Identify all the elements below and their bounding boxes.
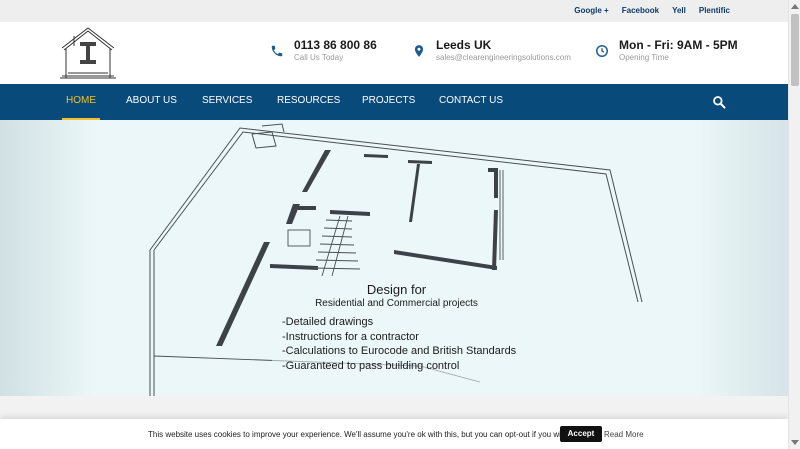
site-header: 0113 86 800 86 Call Us Today Leeds UK sa… <box>0 22 788 84</box>
hero-title: Design for <box>366 282 427 297</box>
social-link-plentific[interactable]: Plentific <box>699 6 730 15</box>
hero-bullet: -Guaranteed to pass building control <box>282 359 460 372</box>
company-logo[interactable] <box>60 26 116 80</box>
nav-item-projects[interactable]: PROJECTS <box>362 84 415 120</box>
phone-caption: Call Us Today <box>294 53 344 62</box>
phone-number[interactable]: 0113 86 800 86 <box>294 38 377 52</box>
hero-subtitle: Residential and Commercial projects <box>315 298 478 309</box>
nav-item-contact-us[interactable]: CONTACT US <box>439 84 503 120</box>
clock-icon <box>596 45 608 57</box>
opening-caption: Opening Time <box>619 53 669 62</box>
nav-item-about-us[interactable]: ABOUT US <box>126 84 177 120</box>
opening-hours: Mon - Fri: 9AM - 5PM <box>619 38 738 52</box>
hero-bullet-list: -Detailed drawings -Instructions for a c… <box>282 315 516 373</box>
location-info: Leeds UK sales@clearengineeringsolutions… <box>412 38 571 64</box>
scroll-up-arrow-icon[interactable] <box>791 4 799 9</box>
read-more-link[interactable]: Read More <box>604 430 644 439</box>
phone-icon <box>271 45 283 57</box>
page-scrollbar[interactable] <box>788 0 800 449</box>
map-pin-icon <box>414 45 424 57</box>
hero-bullet: -Calculations to Eurocode and British St… <box>282 345 517 357</box>
cookie-message: This website uses cookies to improve you… <box>148 430 572 439</box>
nav-item-services[interactable]: SERVICES <box>202 84 252 120</box>
main-nav: HOME ABOUT US SERVICES RESOURCES PROJECT… <box>0 84 788 120</box>
scrollbar-thumb[interactable] <box>791 14 799 86</box>
hero-bullet: -Detailed drawings <box>282 316 374 328</box>
location-text: Leeds UK <box>436 38 492 52</box>
nav-item-resources[interactable]: RESOURCES <box>277 84 340 120</box>
scroll-down-arrow-icon[interactable] <box>791 440 799 445</box>
phone-info: 0113 86 800 86 Call Us Today <box>270 38 377 64</box>
social-links: Google + Facebook Yell Plentific <box>561 6 730 15</box>
nav-item-home[interactable]: HOME <box>62 84 100 120</box>
hero-bullet: -Instructions for a contractor <box>282 330 419 343</box>
top-bar: Google + Facebook Yell Plentific <box>0 0 788 22</box>
email-link[interactable]: sales@clearengineeringsolutions.com <box>436 52 571 64</box>
social-link-yell[interactable]: Yell <box>672 6 686 15</box>
social-link-google-plus[interactable]: Google + <box>574 6 608 15</box>
hero-banner: Design for Residential and Commercial pr… <box>0 120 788 396</box>
social-link-facebook[interactable]: Facebook <box>622 6 659 15</box>
cookie-banner: This website uses cookies to improve you… <box>0 419 788 449</box>
search-icon[interactable] <box>712 95 726 109</box>
accept-cookies-button[interactable]: Accept <box>560 426 602 442</box>
hours-info: Mon - Fri: 9AM - 5PM Opening Time <box>595 38 738 64</box>
